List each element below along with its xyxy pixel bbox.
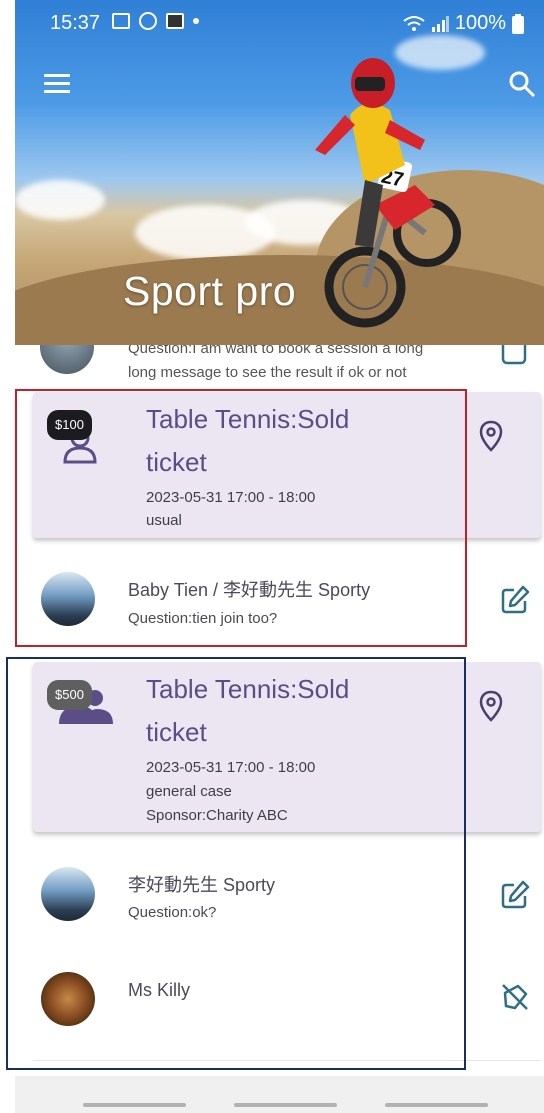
page-title: Sport pro	[123, 268, 297, 314]
avatar	[40, 345, 94, 374]
question-text: Question:I am want to book a session a l…	[128, 345, 424, 381]
app-thumbnail-icon	[166, 13, 184, 29]
more-notifications-icon	[193, 18, 199, 24]
app-circle-icon	[139, 12, 157, 30]
battery-percent: 100%	[454, 12, 506, 34]
signal-icon	[431, 15, 449, 32]
nav-home-handle[interactable]	[234, 1103, 337, 1107]
highlight-box-red	[15, 389, 467, 647]
status-bar: 15:37 100%	[0, 0, 544, 46]
edit-icon[interactable]	[500, 880, 530, 910]
status-time: 15:37	[50, 12, 101, 34]
location-pin-icon[interactable]	[479, 690, 503, 722]
wifi-icon	[403, 15, 425, 31]
system-status: 100%	[403, 12, 524, 35]
cloud	[15, 180, 105, 220]
location-pin-icon[interactable]	[479, 420, 503, 452]
nav-back-handle[interactable]	[385, 1103, 488, 1107]
menu-icon[interactable]	[44, 74, 70, 94]
edit-off-icon[interactable]	[500, 982, 530, 1012]
highlight-box-blue	[6, 657, 466, 1070]
battery-icon	[512, 13, 524, 34]
nav-recents-handle[interactable]	[83, 1103, 186, 1107]
navigation-bar	[15, 1076, 544, 1113]
motocross-rider-image: 27	[315, 58, 461, 328]
edit-icon[interactable]	[500, 585, 530, 615]
image-icon	[112, 13, 130, 29]
search-icon[interactable]	[508, 70, 536, 98]
notification-icons	[112, 12, 199, 30]
edit-icon[interactable]	[500, 345, 530, 367]
list-item[interactable]: Question:I am want to book a session a l…	[0, 345, 544, 385]
